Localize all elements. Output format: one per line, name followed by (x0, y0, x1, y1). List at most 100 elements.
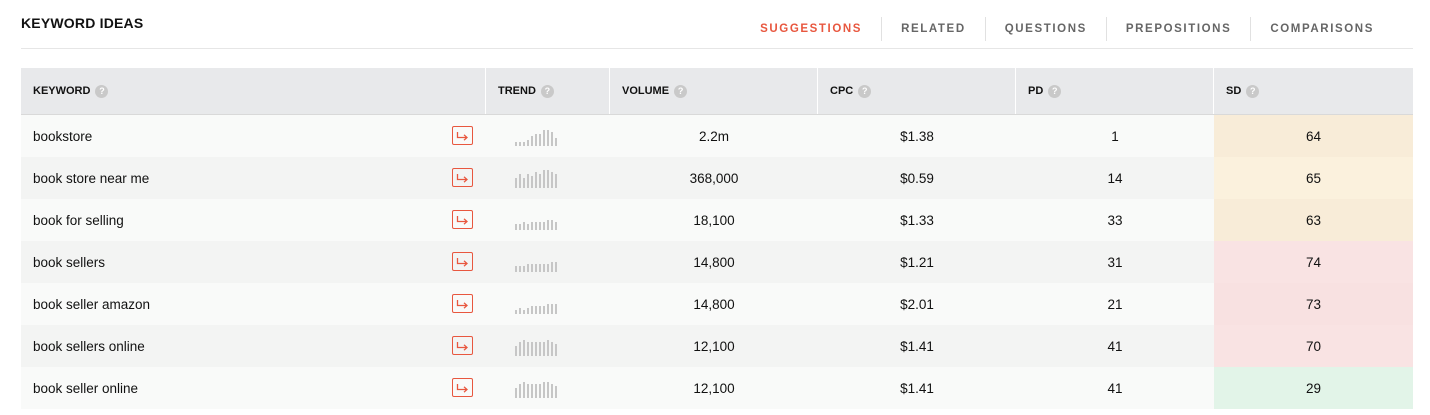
trend-bar (539, 174, 541, 188)
trend-bar (551, 132, 553, 146)
column-header-sd[interactable]: SD? (1214, 68, 1413, 114)
keyword-text[interactable]: bookstore (33, 129, 92, 144)
open-keyword-icon[interactable] (452, 336, 473, 355)
volume-cell: 14,800 (693, 296, 735, 312)
trend-bar (539, 222, 541, 230)
trend-bar (535, 134, 537, 146)
trend-bar (527, 174, 529, 188)
trend-bar (515, 224, 517, 230)
open-keyword-icon[interactable] (452, 168, 473, 187)
table-row[interactable]: book for selling 18,100 $1.33 33 63 (21, 199, 1413, 241)
help-icon[interactable]: ? (674, 84, 688, 98)
column-label: TREND (498, 85, 536, 97)
keyword-text[interactable]: book for selling (33, 213, 124, 228)
trend-bar (539, 134, 541, 146)
keyword-text[interactable]: book seller online (33, 381, 138, 396)
tab-prepositions[interactable]: PREPOSITIONS (1105, 17, 1250, 41)
table-row[interactable]: bookstore 2.2m $1.38 1 64 (21, 115, 1413, 157)
volume-cell: 18,100 (693, 212, 735, 228)
trend-sparkline (515, 168, 557, 188)
help-icon[interactable]: ? (858, 84, 872, 98)
trend-bar (531, 136, 533, 146)
open-keyword-icon[interactable] (452, 126, 473, 145)
trend-bar (531, 264, 533, 272)
help-icon[interactable]: ? (540, 84, 554, 98)
trend-sparkline (515, 252, 557, 272)
open-keyword-icon[interactable] (452, 210, 473, 229)
trend-bar (539, 384, 541, 398)
tab-questions[interactable]: QUESTIONS (984, 17, 1106, 41)
arrow-return-icon (456, 341, 468, 351)
trend-bar (519, 142, 521, 146)
volume-cell: 12,100 (693, 338, 735, 354)
table-row[interactable]: book sellers online 12,100 $1.41 41 70 (21, 325, 1413, 367)
trend-bar (535, 342, 537, 356)
trend-bar (515, 310, 517, 314)
pd-cell: 1 (1111, 128, 1119, 144)
trend-sparkline (515, 210, 557, 230)
trend-bar (543, 130, 545, 146)
keyword-text[interactable]: book store near me (33, 171, 149, 186)
trend-bar (547, 130, 549, 146)
column-header-volume[interactable]: VOLUME? (610, 68, 818, 114)
trend-sparkline (515, 378, 557, 398)
column-header-cpc[interactable]: CPC? (818, 68, 1016, 114)
column-label: KEYWORD (33, 85, 91, 97)
trend-bar (523, 340, 525, 356)
arrow-return-icon (456, 257, 468, 267)
tab-comparisons[interactable]: COMPARISONS (1250, 17, 1393, 41)
trend-cell (486, 367, 610, 409)
trend-bar (551, 220, 553, 230)
keyword-text[interactable]: book sellers online (33, 339, 145, 354)
table-row[interactable]: book store near me 368,000 $0.59 14 65 (21, 157, 1413, 199)
trend-cell (486, 199, 610, 241)
trend-bar (543, 170, 545, 188)
sd-cell: 73 (1214, 283, 1413, 325)
trend-bar (535, 384, 537, 398)
keyword-cell: book sellers online (21, 325, 486, 367)
column-label: CPC (830, 85, 854, 97)
table-row[interactable]: book seller amazon 14,800 $2.01 21 73 (21, 283, 1413, 325)
help-icon[interactable]: ? (1246, 84, 1260, 98)
open-keyword-icon[interactable] (452, 252, 473, 271)
keyword-cell: book seller online (21, 367, 486, 409)
trend-bar (555, 174, 557, 188)
table-row[interactable]: book seller online 12,100 $1.41 41 29 (21, 367, 1413, 409)
trend-bar (531, 222, 533, 230)
trend-bar (543, 306, 545, 314)
column-header-pd[interactable]: PD? (1016, 68, 1214, 114)
open-keyword-icon[interactable] (452, 378, 473, 397)
column-label: VOLUME (622, 85, 670, 97)
keyword-text[interactable]: book sellers (33, 255, 105, 270)
open-keyword-icon[interactable] (452, 294, 473, 313)
keyword-table: KEYWORD? TREND? VOLUME? CPC? PD? SD? boo… (21, 68, 1413, 409)
pd-cell: 14 (1107, 170, 1123, 186)
column-header-keyword[interactable]: KEYWORD? (21, 68, 486, 114)
trend-sparkline (515, 336, 557, 356)
arrow-return-icon (456, 215, 468, 225)
tab-related[interactable]: RELATED (881, 17, 985, 41)
volume-cell: 14,800 (693, 254, 735, 270)
trend-bar (527, 308, 529, 314)
keyword-cell: bookstore (21, 115, 486, 157)
trend-bar (547, 382, 549, 398)
trend-bar (519, 384, 521, 398)
table-row[interactable]: book sellers 14,800 $1.21 31 74 (21, 241, 1413, 283)
trend-bar (535, 264, 537, 272)
trend-bar (539, 264, 541, 272)
trend-bar (527, 140, 529, 146)
volume-cell: 368,000 (689, 170, 739, 186)
cpc-cell: $2.01 (900, 296, 934, 312)
keyword-text[interactable]: book seller amazon (33, 297, 150, 312)
pd-cell: 21 (1107, 296, 1123, 312)
column-header-trend[interactable]: TREND? (486, 68, 610, 114)
trend-bar (519, 174, 521, 188)
cpc-cell: $1.38 (900, 128, 934, 144)
help-icon[interactable]: ? (95, 84, 109, 98)
keyword-cell: book sellers (21, 241, 486, 283)
arrow-return-icon (456, 131, 468, 141)
help-icon[interactable]: ? (1048, 84, 1062, 98)
tab-suggestions[interactable]: SUGGESTIONS (741, 17, 881, 41)
trend-bar (539, 342, 541, 356)
trend-bar (555, 222, 557, 230)
